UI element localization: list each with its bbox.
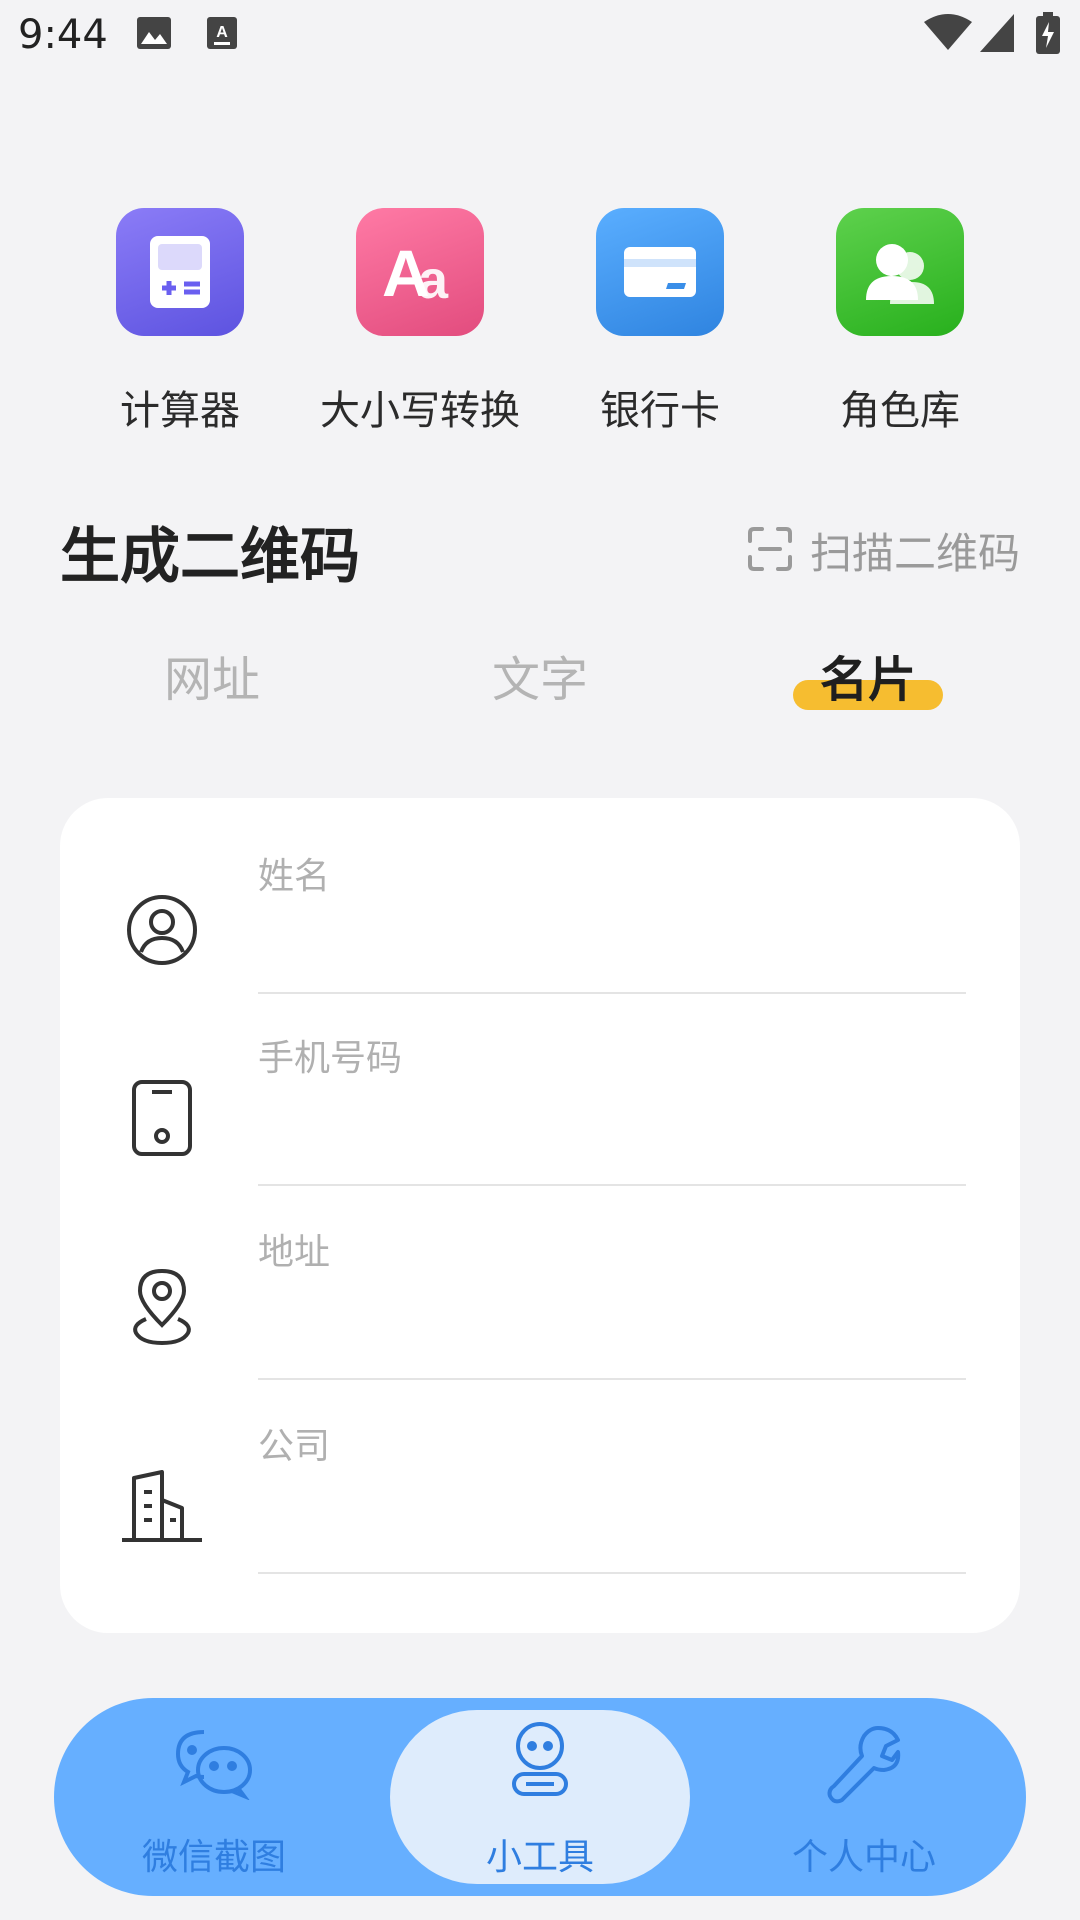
field-phone xyxy=(60,992,1020,1186)
tool-calculator[interactable]: 计算器 xyxy=(60,208,300,436)
scan-qr-button[interactable]: 扫描二维码 xyxy=(747,520,1020,581)
wifi-icon xyxy=(924,14,972,56)
tool-label: 角色库 xyxy=(840,388,960,434)
tab-business-card[interactable]: 名片 xyxy=(768,640,968,710)
tool-bank-card[interactable]: 银行卡 xyxy=(540,208,780,436)
wechat-chat-icon xyxy=(174,1728,254,1804)
calculator-icon xyxy=(116,208,244,336)
tab-url[interactable]: 网址 xyxy=(112,640,312,710)
field-name xyxy=(60,798,1020,994)
tool-label: 计算器 xyxy=(120,388,240,434)
tools-row: 计算器 Aa 大小写转换 银行卡 角色库 xyxy=(0,208,1080,438)
tool-characters[interactable]: 角色库 xyxy=(780,208,1020,436)
image-icon xyxy=(136,16,172,54)
phone-input[interactable] xyxy=(258,1028,966,1088)
bank-card-icon xyxy=(596,208,724,336)
name-input[interactable] xyxy=(258,846,966,906)
wrench-icon xyxy=(826,1724,902,1808)
bottom-nav: 微信截图 小工具 个人中心 xyxy=(54,1698,1026,1896)
characters-icon xyxy=(836,208,964,336)
tool-text-case[interactable]: Aa 大小写转换 xyxy=(300,208,540,436)
text-case-icon: Aa xyxy=(356,208,484,336)
user-circle-icon xyxy=(120,888,204,972)
business-card-form xyxy=(60,798,1020,1633)
address-input[interactable] xyxy=(258,1222,966,1282)
company-input[interactable] xyxy=(258,1416,966,1476)
qr-type-tabs: 网址 文字 名片 xyxy=(0,640,1080,720)
screen: 9:44 A 计算器 Aa 大小写转换 银行卡 角色库 生成二维码 扫描二维码 … xyxy=(0,0,1080,1920)
field-company xyxy=(60,1380,1020,1574)
building-icon xyxy=(116,1464,208,1548)
field-address xyxy=(60,1186,1020,1380)
svg-text:a: a xyxy=(418,250,449,302)
field-divider xyxy=(258,1572,966,1574)
robot-tools-icon xyxy=(510,1720,570,1804)
tab-text[interactable]: 文字 xyxy=(440,640,640,710)
nav-item-tools[interactable]: 小工具 xyxy=(420,1698,660,1896)
location-pin-icon xyxy=(120,1264,204,1348)
phone-icon xyxy=(120,1076,204,1160)
section-title: 生成二维码 xyxy=(60,522,360,592)
status-bar: 9:44 A xyxy=(0,0,1080,72)
scan-icon xyxy=(747,526,792,575)
nav-item-wechat-screenshot[interactable]: 微信截图 xyxy=(94,1698,334,1896)
nav-label: 小工具 xyxy=(485,1837,594,1878)
signal-icon xyxy=(980,14,1014,56)
nav-label: 个人中心 xyxy=(791,1837,936,1878)
status-time: 9:44 xyxy=(18,12,108,58)
scan-label: 扫描二维码 xyxy=(809,529,1020,578)
svg-text:A: A xyxy=(216,24,228,41)
nav-label: 微信截图 xyxy=(141,1837,286,1878)
tool-label: 银行卡 xyxy=(600,388,720,434)
nav-item-profile[interactable]: 个人中心 xyxy=(744,1698,984,1896)
battery-charging-icon xyxy=(1036,12,1060,58)
tool-label: 大小写转换 xyxy=(320,388,520,434)
keyboard-a-icon: A xyxy=(206,16,238,54)
